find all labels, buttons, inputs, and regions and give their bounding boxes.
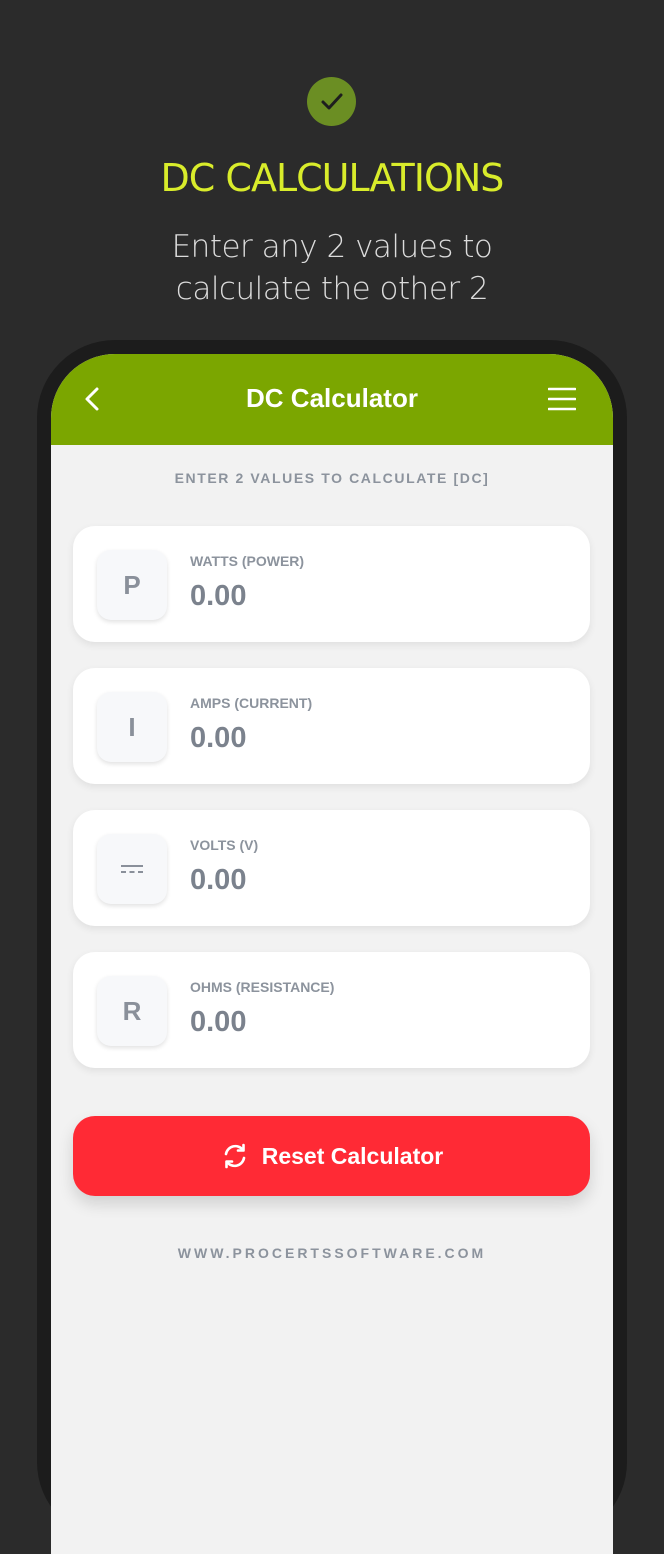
- watts-input[interactable]: 0.00: [190, 580, 246, 613]
- page-title: DC Calculator: [246, 383, 418, 413]
- watts-field[interactable]: P WATTS (POWER) 0.00: [73, 526, 590, 642]
- instructions-text: ENTER 2 VALUES TO CALCULATE [DC]: [174, 470, 490, 486]
- promo-title: DC CALCULATIONS: [160, 156, 505, 200]
- promo-subtitle: Enter any 2 values to calculate the othe…: [0, 226, 664, 310]
- reset-calculator-button[interactable]: Reset Calculator: [73, 1116, 590, 1196]
- volts-field[interactable]: VOLTS (V) 0.00: [73, 810, 590, 926]
- ohms-input[interactable]: 0.00: [190, 1006, 246, 1039]
- promo-subtitle-line-1: Enter any 2 values to: [171, 229, 493, 265]
- chevron-left-icon: [85, 387, 99, 411]
- menu-button[interactable]: [545, 384, 579, 414]
- amps-input[interactable]: 0.00: [190, 722, 246, 755]
- volts-input[interactable]: 0.00: [190, 864, 246, 897]
- checkmark-icon: [307, 77, 356, 126]
- hamburger-menu-icon: [548, 387, 576, 411]
- voltage-symbol-badge: [97, 834, 167, 904]
- amps-field[interactable]: I AMPS (CURRENT) 0.00: [73, 668, 590, 784]
- back-button[interactable]: [77, 382, 107, 416]
- ohms-field[interactable]: R OHMS (RESISTANCE) 0.00: [73, 952, 590, 1068]
- watts-label: WATTS (POWER): [190, 553, 305, 569]
- reset-calculator-label: Reset Calculator: [261, 1142, 444, 1169]
- current-symbol-badge: I: [97, 692, 167, 762]
- resistance-symbol-badge: R: [97, 976, 167, 1046]
- dc-symbol-icon: [121, 865, 143, 873]
- volts-label: VOLTS (V): [190, 837, 259, 853]
- refresh-icon: [220, 1141, 250, 1171]
- power-symbol-badge: P: [97, 550, 167, 620]
- app-header: DC Calculator: [51, 354, 613, 445]
- promo-subtitle-line-2: calculate the other 2: [175, 271, 489, 307]
- phone-screen: DC Calculator ENTER 2 VALUES TO CALCULAT…: [51, 354, 613, 1554]
- website-link[interactable]: WWW.PROCERTSSOFTWARE.COM: [51, 1245, 613, 1261]
- ohms-label: OHMS (RESISTANCE): [190, 979, 335, 995]
- amps-label: AMPS (CURRENT): [190, 695, 313, 711]
